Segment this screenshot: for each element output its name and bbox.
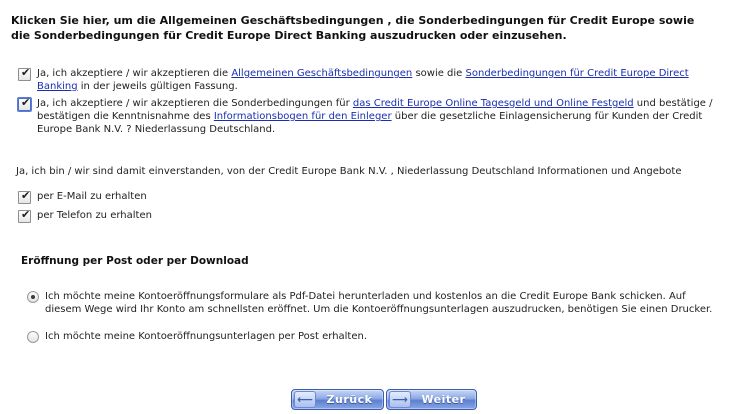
email-consent-row: ✔ per E-Mail zu erhalten <box>18 189 147 204</box>
next-button[interactable]: ⟶ Weiter <box>386 389 477 410</box>
opening-post-option[interactable]: Ich möchte meine Kontoeröffnungsunterlag… <box>27 330 725 343</box>
radio-selected-dot <box>31 295 35 299</box>
phone-consent-label: per Telefon zu erhalten <box>37 210 152 221</box>
back-button[interactable]: ⟵ Zurück <box>291 389 384 410</box>
agb-checkbox[interactable]: ✔ <box>18 66 31 81</box>
sonder-agreement-text: Ja, ich akzeptiere / wir akzeptieren die… <box>37 97 730 136</box>
agb-text-part-3: in der jeweils gültigen Fassung. <box>77 81 238 92</box>
checkmark-icon: ✔ <box>21 66 31 79</box>
page-heading: Klicken Sie hier, um die Allgemeinen Ges… <box>11 14 695 42</box>
next-button-label: Weiter <box>421 393 466 406</box>
download-option-label: Ich möchte meine Kontoeröffnungsformular… <box>45 291 713 315</box>
sonder-text-part-1: Ja, ich akzeptiere / wir akzeptieren die… <box>37 98 353 109</box>
email-consent-label: per E-Mail zu erhalten <box>37 191 147 202</box>
agb-link[interactable]: Allgemeinen Geschäftsbedingungen <box>231 68 412 79</box>
agb-text-part-1: Ja, ich akzeptiere / wir akzeptieren die <box>37 68 232 79</box>
checkmark-icon: ✔ <box>21 96 31 109</box>
checkmark-icon: ✔ <box>21 189 31 202</box>
phone-consent-checkbox[interactable]: ✔ <box>18 208 31 223</box>
informationsbogen-link[interactable]: Informationsbogen für den Einleger <box>214 111 392 122</box>
sonder-checkbox[interactable]: ✔ <box>17 96 32 112</box>
post-radio[interactable] <box>27 331 39 343</box>
arrow-left-icon: ⟵ <box>294 391 316 408</box>
consent-intro: Ja, ich bin / wir sind damit einverstand… <box>16 166 682 177</box>
agb-agreement-row: ✔ Ja, ich akzeptiere / wir akzeptieren d… <box>18 66 730 93</box>
checkmark-icon: ✔ <box>21 208 31 221</box>
opening-download-option[interactable]: Ich möchte meine Kontoeröffnungsformular… <box>27 290 725 316</box>
phone-consent-row: ✔ per Telefon zu erhalten <box>18 208 152 223</box>
sonder-agreement-row: ✔ Ja, ich akzeptiere / wir akzeptieren d… <box>17 96 730 136</box>
post-option-label: Ich möchte meine Kontoeröffnungsunterlag… <box>45 331 368 342</box>
download-radio[interactable] <box>27 291 39 303</box>
agb-agreement-text: Ja, ich akzeptiere / wir akzeptieren die… <box>37 67 730 93</box>
arrow-right-icon: ⟶ <box>389 391 411 408</box>
tagesgeld-festgeld-link[interactable]: das Credit Europe Online Tagesgeld und O… <box>353 98 634 109</box>
agb-text-part-2: sowie die <box>412 68 466 79</box>
email-consent-checkbox[interactable]: ✔ <box>18 189 31 204</box>
back-button-label: Zurück <box>326 393 373 406</box>
opening-section-title: Eröffnung per Post oder per Download <box>21 255 249 267</box>
